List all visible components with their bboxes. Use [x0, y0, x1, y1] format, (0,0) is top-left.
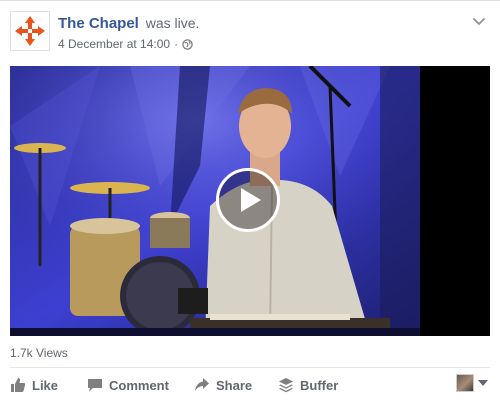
page-name-link[interactable]: The Chapel [58, 15, 139, 32]
action-bar: Like Comment Share Buffer [10, 373, 490, 397]
globe-icon[interactable] [182, 38, 193, 50]
meta-separator: · [174, 37, 179, 51]
buffer-button[interactable]: Buffer [278, 377, 338, 393]
share-arrow-icon [195, 378, 209, 391]
caret-down-icon [478, 380, 488, 386]
post-card: The Chapel was live. 4 December at 14:00… [0, 0, 500, 400]
share-label: Share [216, 377, 253, 393]
play-button[interactable] [216, 168, 280, 232]
post-timestamp[interactable]: 4 December at 14:00 [58, 37, 170, 51]
comment-button[interactable]: Comment [87, 377, 169, 393]
comment-label: Comment [109, 377, 169, 393]
page-avatar[interactable] [10, 11, 50, 51]
thumbs-up-icon [11, 378, 26, 392]
viewer-avatar [456, 374, 474, 392]
view-count[interactable]: 1.7k Views [10, 346, 68, 360]
buffer-label: Buffer [300, 377, 339, 393]
play-icon [241, 188, 261, 212]
post-header: The Chapel was live. 4 December at 14:00… [10, 11, 490, 55]
share-button[interactable]: Share [194, 377, 252, 393]
chevron-down-icon[interactable] [472, 17, 486, 27]
post-action-text: was live. [145, 15, 200, 31]
buffer-stack-icon [279, 378, 293, 393]
like-label: Like [32, 377, 59, 393]
chapel-logo-icon [15, 16, 45, 46]
comment-icon [88, 379, 102, 392]
like-button[interactable]: Like [10, 377, 58, 393]
video-player[interactable] [10, 66, 490, 336]
actions-divider [10, 367, 490, 368]
post-as-selector[interactable] [456, 374, 488, 392]
post-title-line: The Chapel was live. [58, 15, 199, 32]
post-meta: 4 December at 14:00 · [58, 37, 193, 51]
